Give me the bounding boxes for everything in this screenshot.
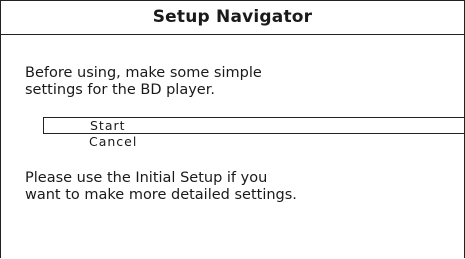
menu-item-cancel-label: Cancel (89, 134, 138, 149)
setup-navigator-dialog: Setup Navigator Before using, make some … (0, 0, 465, 258)
dialog-title-bar: Setup Navigator (1, 1, 464, 35)
intro-text: Before using, make some simple settings … (25, 65, 262, 98)
dialog-title: Setup Navigator (152, 6, 313, 27)
footer-text: Please use the Initial Setup if you want… (25, 170, 297, 203)
menu-item-start-label: Start (90, 118, 126, 133)
menu-item-start[interactable]: Start (43, 117, 465, 134)
menu-item-cancel[interactable]: Cancel (43, 134, 465, 150)
setup-menu: Start Cancel (43, 117, 465, 150)
